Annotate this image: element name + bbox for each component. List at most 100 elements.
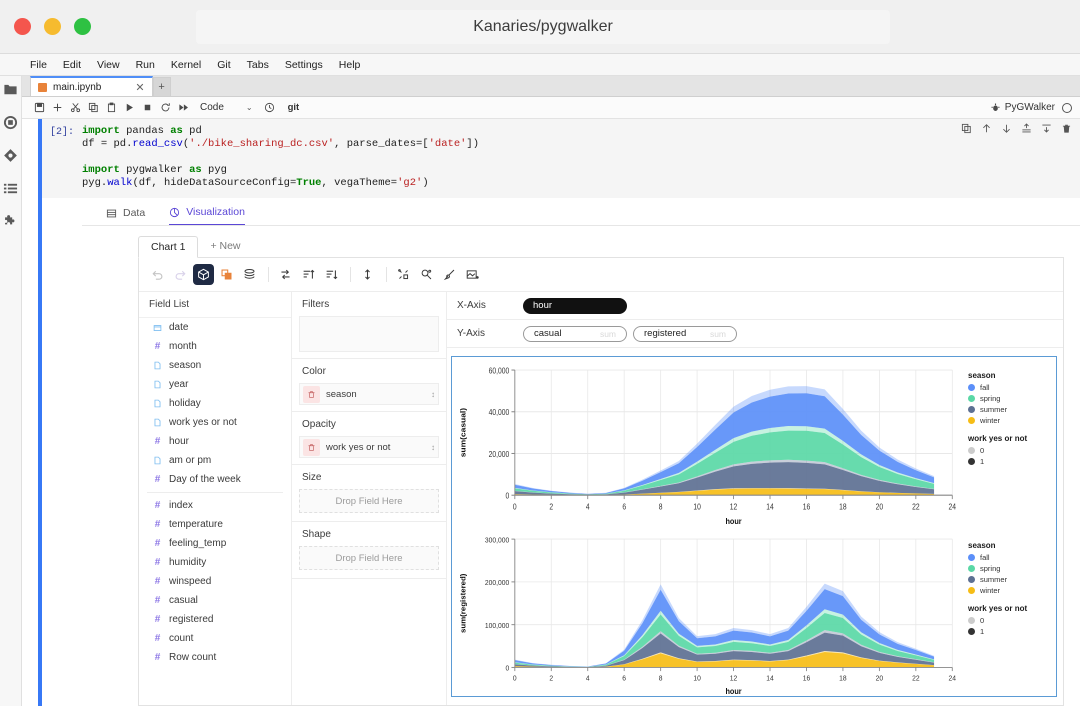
legend-item-winter[interactable]: winter: [968, 416, 1056, 425]
field-item-casual[interactable]: # casual: [139, 591, 291, 610]
paste-icon[interactable]: [102, 99, 120, 117]
field-item-temperature[interactable]: # temperature: [139, 515, 291, 534]
remove-opacity-field-icon[interactable]: [303, 438, 320, 456]
size-dropzone[interactable]: Drop Field Here: [299, 489, 439, 513]
window-title-field[interactable]: Kanaries/pygwalker: [196, 10, 890, 44]
paint-brush-icon[interactable]: [439, 264, 460, 285]
legend-item-summer[interactable]: summer: [968, 575, 1056, 584]
menu-item-kernel[interactable]: Kernel: [163, 59, 209, 71]
sort-ascending-icon[interactable]: [298, 264, 319, 285]
menu-item-tabs[interactable]: Tabs: [239, 59, 277, 71]
sort-descending-icon[interactable]: [321, 264, 342, 285]
move-cell-down-icon[interactable]: [1001, 123, 1012, 134]
redo-icon[interactable]: [170, 264, 191, 285]
legend-item-summer[interactable]: summer: [968, 405, 1056, 414]
kernel-indicator[interactable]: PyGWalker: [1005, 102, 1072, 113]
opacity-field-chevron-icon[interactable]: ↕: [431, 443, 435, 452]
export-image-icon[interactable]: [462, 264, 483, 285]
area-chart-sum-casual[interactable]: 020,00040,00060,0000 2 4 6 8 10 12 14 16 18 20 22 24…: [452, 357, 968, 527]
field-item-month[interactable]: # month: [139, 337, 291, 356]
x-axis-shelf[interactable]: X-Axis hour: [447, 292, 1063, 320]
tab-visualization[interactable]: Visualization: [169, 206, 245, 226]
code-editor[interactable]: import pandas as pd df = pd.read_csv('./b…: [82, 125, 479, 190]
field-item-year[interactable]: year: [139, 375, 291, 394]
legend-item-spring[interactable]: spring: [968, 564, 1056, 573]
extensions-icon[interactable]: [3, 214, 18, 229]
add-cell-icon[interactable]: [48, 99, 66, 117]
layout-settings-icon[interactable]: [393, 264, 414, 285]
shape-dropzone[interactable]: Drop Field Here: [299, 546, 439, 570]
stack-layers-icon[interactable]: [239, 264, 260, 285]
legend-item-spring[interactable]: spring: [968, 394, 1056, 403]
cube-mark-type-icon[interactable]: [193, 264, 214, 285]
menu-item-edit[interactable]: Edit: [55, 59, 89, 71]
notebook-tab-main-ipynb[interactable]: main.ipynb ✕: [30, 76, 153, 96]
field-item-row-count[interactable]: # Row count: [139, 648, 291, 667]
maximize-window-button[interactable]: [74, 18, 91, 35]
y-axis-shelf[interactable]: Y-Axis casual sum registered sum: [447, 320, 1063, 348]
opacity-field-pill[interactable]: work yes or not ↕: [299, 436, 439, 458]
running-terminals-icon[interactable]: [3, 115, 18, 130]
legend-item-fall[interactable]: fall: [968, 383, 1056, 392]
insert-cell-above-icon[interactable]: [1021, 123, 1032, 134]
legend-opacity-item-0[interactable]: 0: [968, 446, 1056, 455]
field-item-winspeed[interactable]: # winspeed: [139, 572, 291, 591]
segment-icon[interactable]: [216, 264, 237, 285]
menu-item-git[interactable]: Git: [209, 59, 238, 71]
new-chart-button[interactable]: + New: [198, 236, 252, 256]
table-of-contents-icon[interactable]: [3, 181, 18, 196]
filters-dropzone[interactable]: [299, 316, 439, 352]
code-cell-input[interactable]: [2]: import pandas as pd df = pd.read_csv…: [42, 119, 1080, 198]
y-axis-pill-registered[interactable]: registered sum: [633, 325, 737, 342]
legend-item-fall[interactable]: fall: [968, 553, 1056, 562]
area-chart-sum-registered[interactable]: 0100,000200,000300,0000 2 4 6 8 10 12 14 16 18 20 2…: [452, 527, 968, 697]
chart-canvas[interactable]: 0 20,000 40,000 60,000 0 2 4 6 8 10 12 14 16 18 20 22 24…: [451, 356, 1057, 697]
field-item-count[interactable]: # count: [139, 629, 291, 648]
menu-item-settings[interactable]: Settings: [277, 59, 331, 71]
transpose-icon[interactable]: [275, 264, 296, 285]
legend-opacity-item-1[interactable]: 1: [968, 457, 1056, 466]
save-icon[interactable]: [30, 99, 48, 117]
debugger-icon[interactable]: [987, 99, 1005, 117]
move-cell-up-icon[interactable]: [981, 123, 992, 134]
field-item-hour[interactable]: # hour: [139, 432, 291, 451]
menu-item-help[interactable]: Help: [331, 59, 369, 71]
tab-data[interactable]: Data: [106, 207, 145, 225]
field-item-day-of-the-week[interactable]: # Day of the week: [139, 470, 291, 489]
field-item-humidity[interactable]: # humidity: [139, 553, 291, 572]
explain-icon[interactable]: [416, 264, 437, 285]
y-axis-pill-casual[interactable]: casual sum: [523, 325, 627, 342]
legend-item-winter[interactable]: winter: [968, 586, 1056, 595]
run-cell-icon[interactable]: [120, 99, 138, 117]
cut-icon[interactable]: [66, 99, 84, 117]
cell-type-dropdown[interactable]: Code ⌄: [200, 102, 253, 113]
file-browser-icon[interactable]: [3, 82, 18, 97]
git-icon[interactable]: [3, 148, 18, 163]
restart-and-run-all-icon[interactable]: [174, 99, 192, 117]
close-window-button[interactable]: [14, 18, 31, 35]
menu-item-run[interactable]: Run: [128, 59, 163, 71]
undo-icon[interactable]: [147, 264, 168, 285]
field-item-work-yes-or-not[interactable]: work yes or not: [139, 413, 291, 432]
git-status-label[interactable]: git: [288, 102, 300, 113]
minimize-window-button[interactable]: [44, 18, 61, 35]
duplicate-cell-icon[interactable]: [961, 123, 972, 134]
legend-opacity-item-1[interactable]: 1: [968, 627, 1056, 636]
history-icon[interactable]: [261, 99, 279, 117]
field-item-feeling-temp[interactable]: # feeling_temp: [139, 534, 291, 553]
insert-cell-below-icon[interactable]: [1041, 123, 1052, 134]
new-tab-button[interactable]: +: [152, 77, 171, 96]
x-axis-pill-hour[interactable]: hour: [523, 297, 627, 314]
delete-cell-icon[interactable]: [1061, 123, 1072, 134]
resize-icon[interactable]: [357, 264, 378, 285]
menu-item-file[interactable]: File: [22, 59, 55, 71]
close-tab-icon[interactable]: ✕: [135, 81, 144, 94]
legend-opacity-item-0[interactable]: 0: [968, 616, 1056, 625]
restart-kernel-icon[interactable]: [156, 99, 174, 117]
field-item-date[interactable]: date: [139, 318, 291, 337]
copy-icon[interactable]: [84, 99, 102, 117]
color-field-pill[interactable]: season ↕: [299, 383, 439, 405]
field-item-season[interactable]: season: [139, 356, 291, 375]
remove-color-field-icon[interactable]: [303, 385, 320, 403]
chart-tab-1[interactable]: Chart 1: [138, 236, 199, 258]
